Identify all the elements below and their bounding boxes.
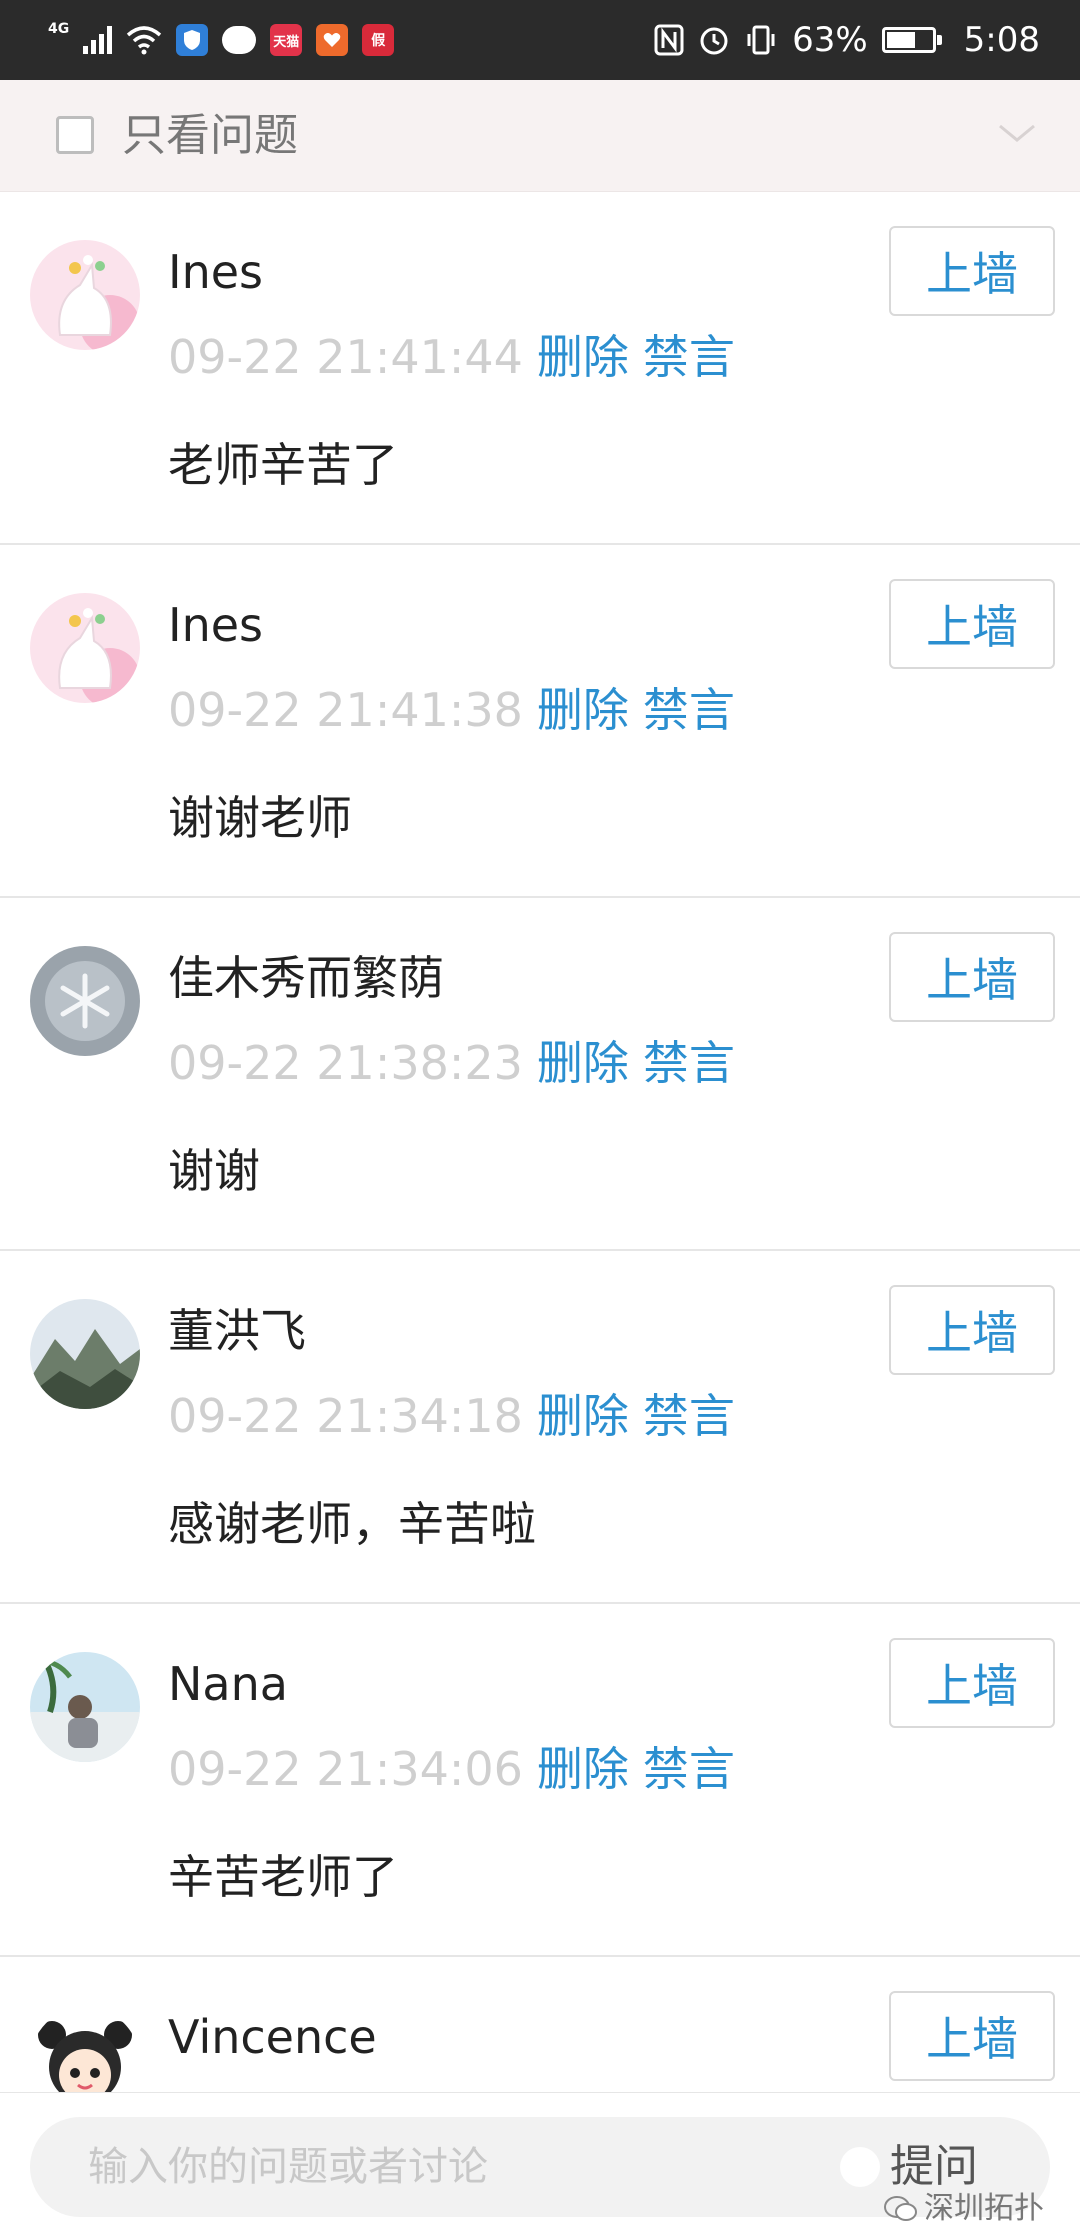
timestamp: 09-22 21:41:38: [168, 683, 523, 737]
delete-button[interactable]: 删除: [537, 330, 629, 384]
battery-percent: 63%: [792, 20, 868, 60]
username: Vincence: [168, 2010, 377, 2064]
username: Nana: [168, 1657, 288, 1711]
watermark: 深圳拓扑: [884, 2191, 1044, 2227]
timestamp: 09-22 21:38:23: [168, 1036, 523, 1090]
ask-label: 提问: [890, 2141, 978, 2192]
ask-button[interactable]: 提问: [840, 2135, 978, 2199]
comment-text: 感谢老师，辛苦啦: [168, 1497, 536, 1551]
vibrate-icon: [747, 25, 775, 55]
comment-meta: 09-22 21:38:23 删除 禁言: [168, 1033, 735, 1093]
chat-bubble-icon: [222, 26, 257, 54]
unicorn-avatar[interactable]: [30, 593, 140, 703]
comment-text: 谢谢: [168, 1144, 260, 1198]
wechat-icon: [884, 2196, 917, 2221]
watermark-text: 深圳拓扑: [924, 2191, 1044, 2226]
tianmao-app-icon: 天猫: [270, 24, 303, 56]
mute-button[interactable]: 禁言: [643, 1742, 735, 1796]
input-bar: 输入你的问题或者讨论 提问 深圳拓扑: [0, 2092, 1080, 2240]
comment-item: Nana 09-22 21:34:06 删除 禁言 辛苦老师了 上墙: [0, 1604, 1080, 1957]
username: Ines: [168, 245, 263, 299]
timestamp: 09-22 21:41:44: [168, 330, 523, 384]
pin-to-wall-button[interactable]: 上墙: [889, 226, 1055, 316]
pin-to-wall-button[interactable]: 上墙: [889, 1991, 1055, 2081]
comment-item: Ines 09-22 21:41:44 删除 禁言 老师辛苦了 上墙: [0, 192, 1080, 545]
mute-button[interactable]: 禁言: [643, 1036, 735, 1090]
battery-icon: [881, 27, 942, 53]
mute-button[interactable]: 禁言: [643, 330, 735, 384]
status-right: 63% 5:08: [654, 18, 1040, 62]
timestamp: 09-22 21:34:06: [168, 1742, 523, 1796]
delete-button[interactable]: 删除: [537, 683, 629, 737]
mountain-avatar[interactable]: [30, 1299, 140, 1409]
wifi-icon: [127, 26, 162, 55]
username: 董洪飞: [168, 1304, 306, 1358]
pin-to-wall-button[interactable]: 上墙: [889, 579, 1055, 669]
timestamp: 09-22 21:34:18: [168, 1389, 523, 1443]
red-app-icon: 假: [362, 24, 395, 56]
comment-item: 佳木秀而繁荫 09-22 21:38:23 删除 禁言 谢谢 上墙: [0, 898, 1080, 1251]
nfc-icon: [654, 24, 684, 56]
mute-button[interactable]: 禁言: [643, 683, 735, 737]
beach-avatar[interactable]: [30, 1652, 140, 1762]
comment-item: Vincence 上墙: [0, 1957, 1080, 2092]
comment-meta: 09-22 21:34:18 删除 禁言: [168, 1386, 735, 1446]
username: 佳木秀而繁荫: [168, 951, 444, 1005]
delete-button[interactable]: 删除: [537, 1036, 629, 1090]
filter-bar: 只看问题: [0, 80, 1080, 192]
unicorn-avatar[interactable]: [30, 240, 140, 350]
comment-item: Ines 09-22 21:41:38 删除 禁言 谢谢老师 上墙: [0, 545, 1080, 898]
input-placeholder: 输入你的问题或者讨论: [88, 2144, 488, 2190]
signal-icon: [83, 26, 113, 54]
battery-fill: [886, 32, 915, 48]
pin-to-wall-button[interactable]: 上墙: [889, 1285, 1055, 1375]
alarm-icon: [700, 27, 728, 55]
delete-button[interactable]: 删除: [537, 1389, 629, 1443]
snowflake-avatar[interactable]: [30, 946, 140, 1056]
anime-avatar[interactable]: [30, 2007, 140, 2092]
comment-text: 谢谢老师: [168, 791, 352, 845]
comment-text: 辛苦老师了: [168, 1850, 398, 1904]
shield-app-icon: [176, 24, 209, 56]
pin-to-wall-button[interactable]: 上墙: [889, 932, 1055, 1022]
ask-dot-icon: [840, 2147, 880, 2187]
heart-app-icon: [316, 24, 349, 56]
only-questions-checkbox[interactable]: [56, 116, 94, 154]
comment-item: 董洪飞 09-22 21:34:18 删除 禁言 感谢老师，辛苦啦 上墙: [0, 1251, 1080, 1604]
only-questions-label[interactable]: 只看问题: [122, 108, 298, 164]
comment-meta: 09-22 21:41:38 删除 禁言: [168, 680, 735, 740]
comment-text: 老师辛苦了: [168, 438, 398, 492]
mute-button[interactable]: 禁言: [643, 1389, 735, 1443]
pin-to-wall-button[interactable]: 上墙: [889, 1638, 1055, 1728]
status-left: 4G 天猫 假: [48, 18, 395, 62]
status-bar: 4G 天猫 假 63% 5:08: [0, 0, 1080, 80]
network-type: 4G: [48, 21, 70, 37]
comment-meta: 09-22 21:41:44 删除 禁言: [168, 327, 735, 387]
comment-meta: 09-22 21:34:06 删除 禁言: [168, 1739, 735, 1799]
clock: 5:08: [963, 20, 1040, 60]
username: Ines: [168, 598, 263, 652]
delete-button[interactable]: 删除: [537, 1742, 629, 1796]
chevron-down-icon[interactable]: [992, 108, 1042, 158]
